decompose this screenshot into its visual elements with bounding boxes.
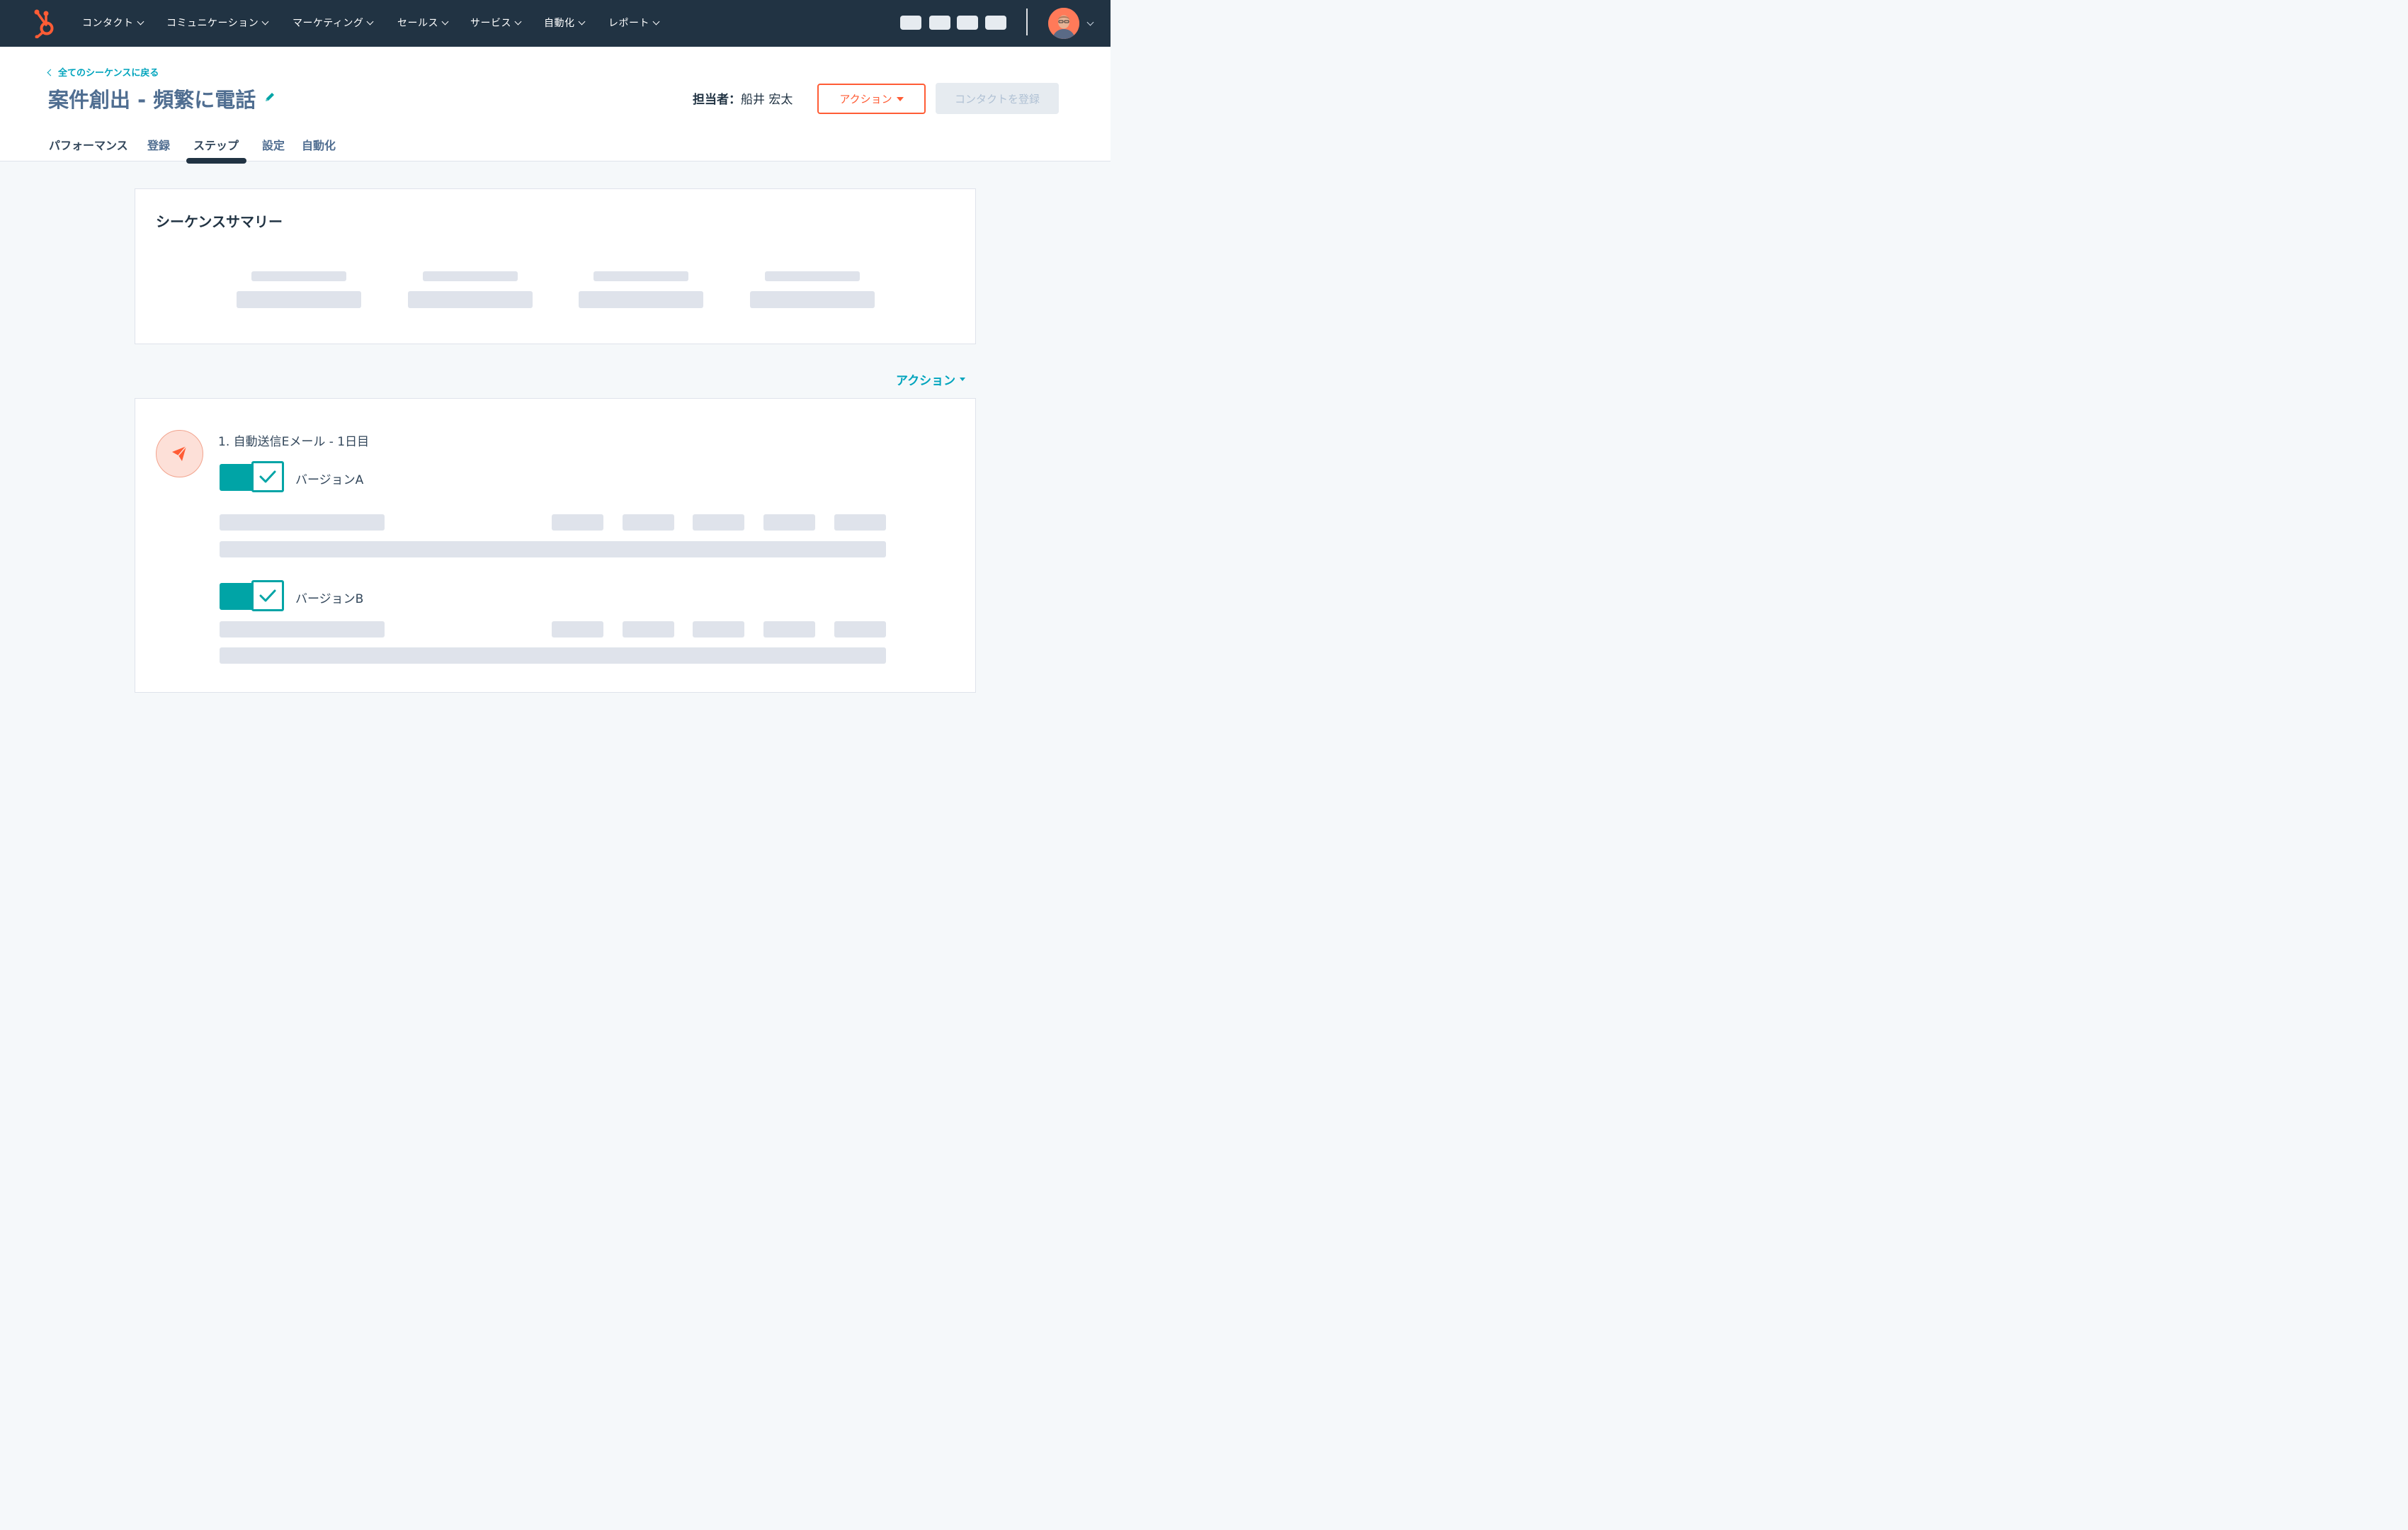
summary-stat-label-placeholder (251, 271, 346, 281)
chevron-down-icon (514, 18, 522, 25)
version-b-stat-placeholder (693, 621, 744, 638)
tab-enrollments[interactable]: 登録 (147, 136, 170, 153)
utility-button-3[interactable] (957, 16, 978, 30)
version-a-stat-placeholder (834, 514, 886, 531)
version-b-stat-placeholder (763, 621, 815, 638)
nav-item-reports[interactable]: レポート (608, 16, 660, 30)
checkmark-icon (259, 470, 276, 483)
chevron-left-icon (47, 69, 55, 76)
actions-button-label: アクション (839, 93, 892, 106)
owner-label: 担当者： (693, 93, 741, 107)
back-link-label: 全てのシーケンスに戻る (58, 68, 159, 79)
sequence-steps-card: 1. 自動送信Eメール - 1日目 バージョンA バージョンB (135, 398, 976, 693)
version-b-subject-placeholder (220, 621, 385, 638)
summary-stat-label-placeholder (765, 271, 860, 281)
nav-item-service[interactable]: サービス (470, 16, 522, 30)
enroll-contacts-button[interactable]: コンタクトを登録 (936, 83, 1059, 114)
version-b-label: バージョンB (295, 592, 364, 606)
summary-stat-value-placeholder (408, 291, 533, 308)
summary-stat-value-placeholder (237, 291, 361, 308)
sequence-summary-card: シーケンスサマリー (135, 188, 976, 344)
actions-dropdown-button[interactable]: アクション (817, 84, 926, 114)
version-a-stat-placeholder (693, 514, 744, 531)
version-a-subject-placeholder (220, 514, 385, 531)
chevron-down-icon[interactable] (1086, 18, 1094, 26)
nav-item-label: レポート (608, 18, 649, 29)
nav-item-marketing[interactable]: マーケティング (293, 16, 374, 30)
summary-stat-value-placeholder (579, 291, 703, 308)
nav-item-label: サービス (470, 18, 511, 29)
summary-stat-value-placeholder (750, 291, 875, 308)
nav-item-sales[interactable]: セールス (397, 16, 449, 30)
active-tab-indicator (186, 158, 246, 164)
nav-item-label: コミュニケーション (166, 18, 259, 29)
nav-item-conversations[interactable]: コミュニケーション (166, 16, 269, 30)
nav-item-label: コンタクト (82, 18, 134, 29)
caret-down-icon (896, 96, 904, 101)
tab-steps[interactable]: ステップ (193, 136, 239, 153)
hubspot-logo-icon[interactable] (28, 8, 59, 38)
version-b-stat-placeholder (552, 621, 603, 638)
paper-plane-icon (172, 446, 187, 461)
steps-actions-label: アクション (896, 374, 956, 388)
utility-button-2[interactable] (929, 16, 950, 30)
nav-item-label: マーケティング (293, 18, 364, 29)
page-header: 全てのシーケンスに戻る 案件創出 - 頻繁に電話 担当者：船井 宏太 アクション… (0, 47, 1111, 164)
steps-actions-dropdown[interactable]: アクション (896, 370, 966, 388)
step-type-badge (156, 430, 203, 477)
top-navigation: コンタクト コミュニケーション マーケティング セールス サービス 自動化 レポ… (0, 0, 1111, 47)
utility-button-1[interactable] (900, 16, 921, 30)
pencil-edit-icon[interactable] (263, 91, 276, 103)
tab-performance[interactable]: パフォーマンス (49, 136, 128, 153)
avatar[interactable] (1048, 8, 1079, 39)
page-title: 案件創出 - 頻繁に電話 (48, 88, 256, 112)
tab-settings[interactable]: 設定 (262, 136, 285, 153)
toggle-knob (251, 580, 284, 611)
version-b-stat-placeholder (623, 621, 674, 638)
tab-automation[interactable]: 自動化 (302, 136, 336, 153)
user-photo-icon (1048, 8, 1079, 39)
version-a-preview-placeholder (220, 541, 886, 557)
version-b-toggle[interactable] (220, 580, 284, 611)
chevron-down-icon (652, 18, 660, 25)
chevron-down-icon (137, 18, 144, 25)
version-b-preview-placeholder (220, 647, 886, 664)
caret-down-icon (960, 378, 966, 381)
version-a-stat-placeholder (623, 514, 674, 531)
version-b-stat-placeholder (834, 621, 886, 638)
nav-item-label: セールス (397, 18, 438, 29)
nav-divider (1026, 8, 1028, 35)
nav-item-automation[interactable]: 自動化 (544, 16, 585, 30)
chevron-down-icon (441, 18, 449, 25)
toggle-knob (251, 461, 284, 492)
chevron-down-icon (578, 18, 585, 25)
version-a-label: バージョンA (295, 473, 364, 487)
chevron-down-icon (261, 18, 269, 25)
checkmark-icon (259, 589, 276, 602)
chevron-down-icon (366, 18, 374, 25)
version-a-toggle[interactable] (220, 461, 284, 492)
back-to-sequences-link[interactable]: 全てのシーケンスに戻る (47, 65, 159, 79)
summary-stat-label-placeholder (423, 271, 518, 281)
owner-info: 担当者：船井 宏太 (693, 89, 793, 107)
version-a-stat-placeholder (552, 514, 603, 531)
step-title: 1. 自動送信Eメール - 1日目 (218, 435, 370, 449)
owner-name: 船井 宏太 (741, 93, 793, 107)
utility-button-4[interactable] (985, 16, 1006, 30)
version-a-stat-placeholder (763, 514, 815, 531)
nav-item-label: 自動化 (544, 18, 575, 29)
summary-stat-label-placeholder (594, 271, 688, 281)
summary-title: シーケンスサマリー (156, 213, 283, 230)
nav-item-contacts[interactable]: コンタクト (82, 16, 144, 30)
